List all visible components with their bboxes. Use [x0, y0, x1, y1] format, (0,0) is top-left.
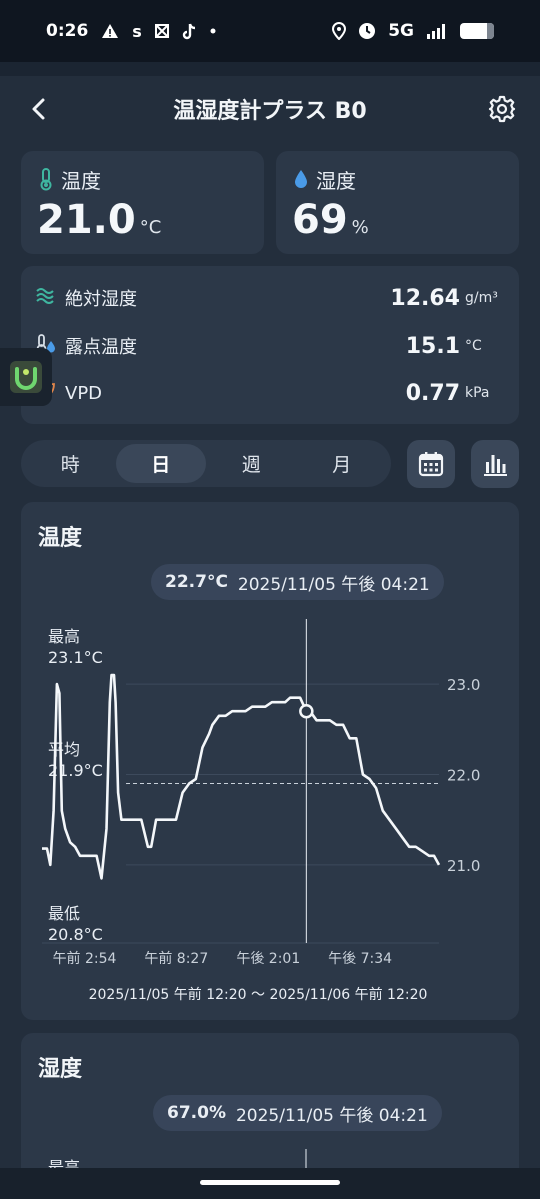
- top-gap: [0, 62, 540, 76]
- app-s-icon: s: [132, 21, 142, 41]
- back-button[interactable]: [24, 94, 54, 124]
- detail-row-dew-point: 露点温度 15.1 °C: [35, 326, 505, 366]
- thermometer-icon: [37, 167, 55, 195]
- detail-row-vpd: VPD 0.77 kPa: [35, 373, 505, 413]
- selected-point-marker: [299, 703, 314, 719]
- temperature-unit: °C: [139, 217, 162, 238]
- signal-icon: [426, 23, 448, 39]
- detail-label: 絶対湿度: [65, 289, 137, 310]
- x-tick-label: 午後 2:01: [236, 951, 300, 967]
- tab-week[interactable]: 週: [206, 444, 297, 483]
- floating-u-icon: [10, 361, 42, 393]
- app-grid-icon: [154, 24, 169, 38]
- water-drop-icon: [292, 167, 310, 195]
- notification-dot-icon: [210, 28, 216, 34]
- detail-value: 12.64: [390, 285, 460, 311]
- temperature-chart-card: 温度 22.7°C 2025/11/05 午後 04:21 最高 23.1°C …: [21, 502, 519, 1020]
- battery-icon: [460, 23, 494, 39]
- temperature-value-wrap: 21.0 °C: [37, 197, 161, 243]
- chart-min-value: 20.8°C: [48, 925, 103, 944]
- detail-label: VPD: [65, 382, 103, 404]
- temperature-value: 21.0: [37, 197, 136, 243]
- detail-card: 絶対湿度 12.64 g/m³ 露点温度 15.1 °C VPD 0.77 kP…: [21, 266, 519, 424]
- calendar-button[interactable]: [407, 440, 455, 488]
- page-title: 温湿度計プラス B0: [173, 99, 367, 124]
- status-time: 0:26: [46, 21, 89, 41]
- chart-max-label: 最高: [48, 627, 80, 646]
- detail-value: 15.1: [405, 333, 460, 359]
- humidity-label: 湿度: [316, 169, 356, 193]
- settings-button[interactable]: [486, 93, 518, 125]
- detail-row-absolute-humidity: 絶対湿度 12.64 g/m³: [35, 278, 505, 318]
- humidity-unit: %: [351, 217, 369, 238]
- tab-day[interactable]: 日: [115, 444, 206, 483]
- chart-range-label: 2025/11/05 午前 12:20 〜 2025/11/06 午前 12:2…: [89, 986, 428, 1003]
- detail-label: 露点温度: [65, 337, 137, 358]
- temperature-label: 温度: [61, 169, 101, 193]
- warning-icon: [101, 23, 119, 39]
- calendar-icon: [418, 452, 444, 477]
- floating-app-badge[interactable]: [0, 348, 52, 406]
- temperature-card: 温度 21.0 °C: [21, 151, 264, 254]
- tab-month[interactable]: 月: [297, 444, 388, 483]
- period-tabs: 時 日 週 月: [21, 440, 391, 487]
- x-tick-label: 午前 8:27: [144, 950, 208, 967]
- detail-unit: g/m³: [465, 290, 498, 306]
- humidity-card: 湿度 69%: [276, 151, 519, 254]
- detail-unit: kPa: [465, 385, 490, 401]
- x-tick-label: 午後 7:34: [328, 951, 392, 967]
- tab-hour[interactable]: 時: [25, 444, 116, 483]
- chart-max-value: 23.1°C: [48, 648, 103, 667]
- alarm-clock-icon: [358, 22, 376, 40]
- chart-avg-label: 平均: [48, 740, 80, 759]
- x-tick-label: 午前 2:54: [53, 950, 117, 967]
- chart-type-button[interactable]: [471, 440, 519, 488]
- detail-value: 0.77: [405, 380, 460, 406]
- app-header: 温湿度計プラス B0: [0, 76, 540, 142]
- y-tick-label: 21.0: [447, 857, 480, 875]
- humidity-value: 69: [292, 197, 348, 243]
- gear-icon: [488, 95, 516, 123]
- detail-unit: °C: [465, 338, 482, 354]
- home-indicator[interactable]: [200, 1180, 340, 1185]
- tiktok-icon: [182, 23, 197, 40]
- y-tick-label: 22.0: [447, 767, 480, 785]
- y-tick-label: 23.0: [447, 676, 480, 694]
- temperature-line-chart[interactable]: 最高 23.1°C 平均 21.9°C 最低 20.8°C 2025/11/05…: [21, 502, 519, 1020]
- location-icon: [332, 22, 347, 40]
- chart-avg-value: 21.9°C: [48, 761, 103, 780]
- status-bar: 0:26 s 5G: [0, 0, 540, 62]
- bar-chart-icon: [484, 455, 507, 476]
- chart-min-label: 最低: [48, 904, 80, 923]
- absolute-humidity-icon: [35, 285, 57, 311]
- humidity-value-wrap: 69%: [292, 197, 369, 243]
- network-type: 5G: [388, 21, 414, 41]
- chevron-left-icon: [32, 98, 45, 120]
